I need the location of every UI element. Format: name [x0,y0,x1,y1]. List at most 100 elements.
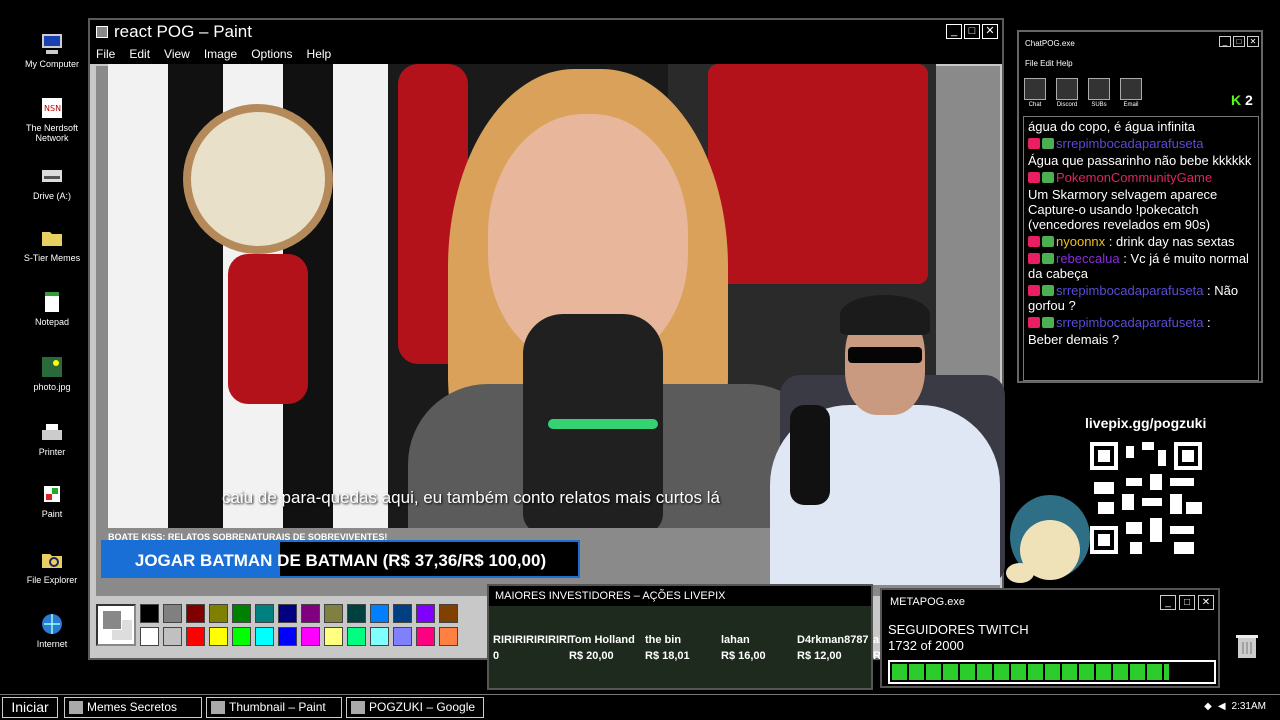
tool-discord[interactable]: Discord [1055,78,1079,108]
paint-title-bar[interactable]: react POG – Paint _ □ ✕ [90,20,1002,44]
palette-swatch[interactable] [209,604,228,623]
palette-swatch[interactable] [324,604,343,623]
palette-swatch[interactable] [255,604,274,623]
palette-swatch[interactable] [163,604,182,623]
palette-swatch[interactable] [416,627,435,646]
task-pogzuki-google[interactable]: POGZUKI – Google [346,697,484,718]
desktop-icon-notepad[interactable]: Notepad [20,290,84,327]
browser-icon [351,701,365,714]
menu-options[interactable]: Options [251,47,292,61]
investors-title-bar[interactable]: MAIORES INVESTIDORES – AÇÕES LIVEPIX [489,586,871,606]
tool-chat[interactable]: Chat [1023,78,1047,108]
network-icon: NSN [42,98,62,118]
current-colors[interactable] [96,604,136,646]
palette-swatch[interactable] [347,604,366,623]
desktop-icon-paint[interactable]: Paint [20,482,84,519]
investor-name: lahan [721,634,750,646]
desktop-icon-label: Notepad [34,317,70,327]
menu-image[interactable]: Image [204,47,237,61]
chat-menu-bar[interactable]: File Edit Help [1025,59,1073,68]
desktop-icon-photo[interactable]: photo.jpg [20,355,84,392]
chat-title-bar[interactable]: ChatPOG.exe _ □ ✕ [1019,32,1261,54]
palette-swatch[interactable] [324,627,343,646]
chat-username[interactable]: nyoonnx [1056,234,1105,249]
palette-swatch[interactable] [416,604,435,623]
chat-username[interactable]: srrepimbocadaparafuseta [1056,136,1203,151]
menu-view[interactable]: View [164,47,190,61]
palette-swatch[interactable] [370,627,389,646]
tool-subs[interactable]: SUBs [1087,78,1111,108]
tool-email[interactable]: Email [1119,78,1143,108]
task-memes-secretos[interactable]: Memes Secretos [64,697,202,718]
palette-swatch[interactable] [255,627,274,646]
desktop-icon-s-tier-memes[interactable]: S-Tier Memes [20,226,84,263]
chat-username[interactable]: srrepimbocadaparafuseta [1056,315,1203,330]
desktop-icon-file-explorer[interactable]: File Explorer [20,548,84,585]
palette-swatch[interactable] [209,627,228,646]
maximize-button[interactable]: □ [964,24,980,39]
palette-swatch[interactable] [393,627,412,646]
clock[interactable]: 2:31AM [1232,701,1266,712]
investor-name: Tom Holland [569,634,635,646]
desktop-icon-drive[interactable]: Drive (A:) [20,164,84,201]
chat-messages[interactable]: água do copo, é água infinita srrepimboca… [1023,116,1259,381]
task-thumbnail-paint[interactable]: Thumbnail – Paint [206,697,342,718]
palette-swatch[interactable] [301,604,320,623]
volume-icon[interactable]: ◀ [1218,701,1226,712]
network-tray-icon[interactable]: ◆ [1204,701,1212,712]
investor-value: 0 [493,650,500,662]
taskbar: Iniciar Memes Secretos Thumbnail – Paint… [0,694,1280,720]
palette-swatch[interactable] [439,604,458,623]
palette-swatch[interactable] [347,627,366,646]
palette-swatch[interactable] [163,627,182,646]
tool-label: Chat [1028,102,1042,108]
palette-swatch[interactable] [301,627,320,646]
desktop-icon-label: Drive (A:) [33,191,71,201]
chat-window-title: ChatPOG.exe [1025,38,1075,48]
palette-swatch[interactable] [232,604,251,623]
menu-file[interactable]: File [96,47,115,61]
chat-close-button[interactable]: ✕ [1247,36,1259,47]
menu-edit[interactable]: Edit [129,47,150,61]
chat-username[interactable]: srrepimbocadaparafuseta [1056,283,1203,298]
chat-username[interactable]: rebeccalua [1056,251,1120,266]
chat-message: Beber demais ? [1028,332,1254,347]
start-button[interactable]: Iniciar [2,697,58,718]
close-button[interactable]: ✕ [982,24,998,39]
donation-goal-text: JOGAR BATMAN DE BATMAN (R$ 37,36/R$ 100,… [134,551,547,570]
chat-text: : [1203,315,1211,330]
palette-swatch[interactable] [278,627,297,646]
kick-logo-icon: K [1231,92,1242,108]
chat-minimize-button[interactable]: _ [1219,36,1231,47]
palette-swatch[interactable] [186,627,205,646]
palette-swatch[interactable] [140,604,159,623]
metapog-title-bar[interactable]: METAPOG.exe _ □ ✕ [882,590,1218,614]
palette-swatch[interactable] [393,604,412,623]
minimize-button[interactable]: _ [946,24,962,39]
email-icon [1120,78,1142,100]
follower-goal-label: SEGUIDORES TWITCH 1732 of 2000 [888,622,1029,654]
task-label: Thumbnail – Paint [229,700,326,714]
chat-maximize-button[interactable]: □ [1233,36,1245,47]
desktop-icon-nerdsoft[interactable]: NSN The Nerdsoft Network [20,96,84,143]
palette-swatch[interactable] [232,627,251,646]
chat-message: nyoonnx : drink day nas sextas [1028,234,1254,249]
palette-swatch[interactable] [439,627,458,646]
desktop-icon-internet[interactable]: Internet [20,612,84,649]
chat-username[interactable]: PokemonCommunityGame [1056,170,1212,185]
metapog-minimize-button[interactable]: _ [1160,595,1176,610]
recycle-bin-icon[interactable] [1234,632,1260,660]
palette-swatch[interactable] [278,604,297,623]
metapog-close-button[interactable]: ✕ [1198,595,1214,610]
globe-icon [42,614,62,634]
svg-text:NSN: NSN [44,104,61,113]
desktop-icon-label: S-Tier Memes [23,253,81,263]
menu-help[interactable]: Help [307,47,332,61]
palette-swatch[interactable] [370,604,389,623]
desktop-icon-printer[interactable]: Printer [20,420,84,457]
palette-swatch[interactable] [140,627,159,646]
metapog-maximize-button[interactable]: □ [1179,595,1195,610]
desktop-icon-my-computer[interactable]: My Computer [20,32,84,69]
palette-swatch[interactable] [186,604,205,623]
subs-icon [1088,78,1110,100]
